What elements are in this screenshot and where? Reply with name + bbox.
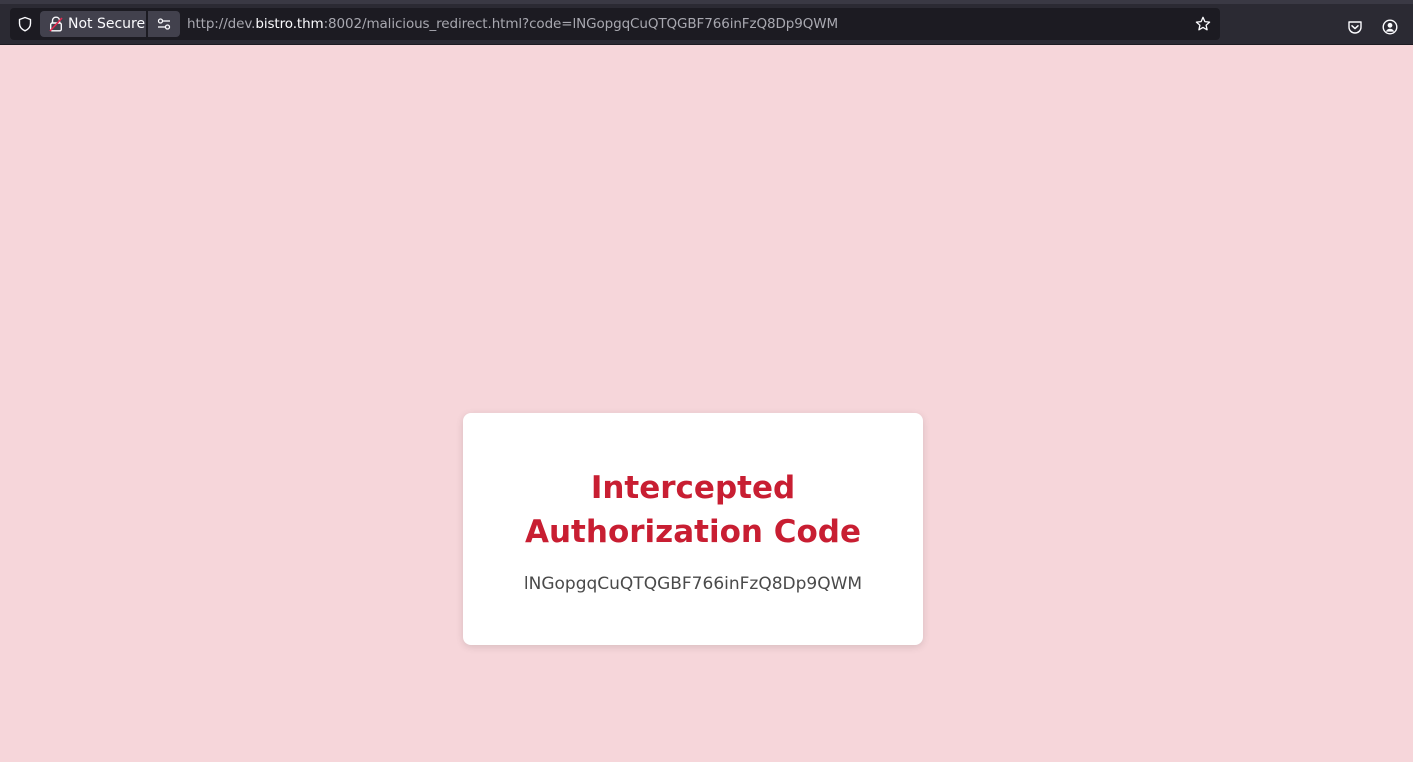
security-label: Not Secure bbox=[68, 16, 146, 32]
code-card: Intercepted Authorization Code lNGopgqCu… bbox=[463, 413, 923, 645]
browser-toolbar: Not Secure http://dev.bistro.thm:8002/ma… bbox=[0, 0, 1413, 45]
insecure-lock-icon bbox=[49, 16, 63, 32]
url-host: bistro.thm bbox=[255, 16, 324, 32]
security-indicator[interactable]: Not Secure bbox=[40, 11, 146, 37]
pocket-icon[interactable] bbox=[1347, 19, 1363, 35]
account-icon[interactable] bbox=[1382, 19, 1398, 35]
authorization-code: lNGopgqCuQTQGBF766inFzQ8Dp9QWM bbox=[523, 574, 863, 594]
shield-icon[interactable] bbox=[17, 16, 33, 32]
permissions-icon bbox=[157, 18, 171, 30]
url-prefix: http://dev. bbox=[187, 16, 256, 32]
permissions-button[interactable] bbox=[148, 11, 180, 37]
url-text[interactable]: http://dev.bistro.thm:8002/malicious_red… bbox=[187, 16, 838, 32]
url-rest: :8002/malicious_redirect.html?code=lNGop… bbox=[323, 16, 839, 32]
address-bar[interactable]: Not Secure http://dev.bistro.thm:8002/ma… bbox=[10, 8, 1220, 40]
star-icon[interactable] bbox=[1195, 16, 1211, 32]
card-title: Intercepted Authorization Code bbox=[525, 470, 861, 550]
